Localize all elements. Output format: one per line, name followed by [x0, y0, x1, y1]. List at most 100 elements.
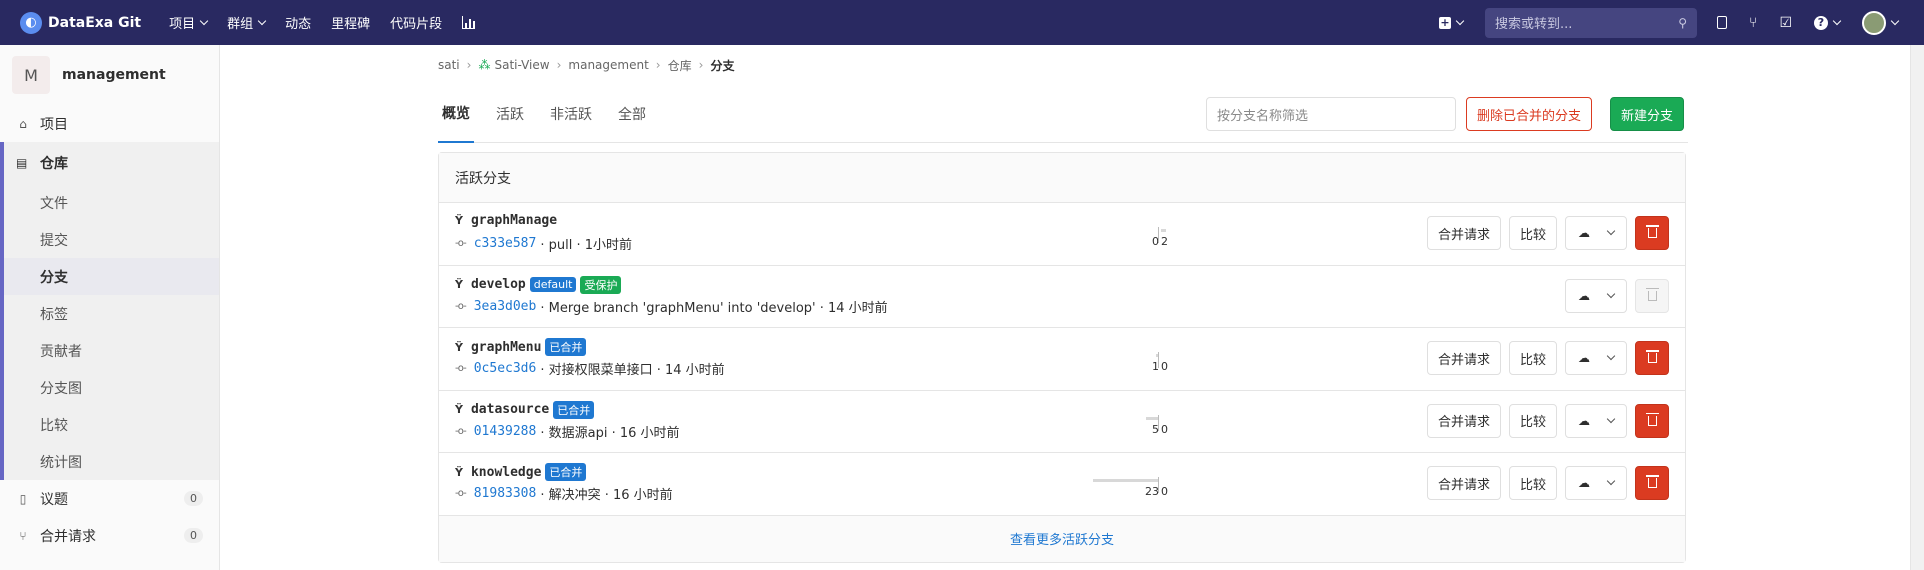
nav-snippets[interactable]: 代码片段: [390, 13, 442, 32]
sidebar-item-graph[interactable]: 分支图: [4, 369, 219, 406]
chevron-down-icon: [1606, 289, 1616, 298]
tab-active[interactable]: 活跃: [492, 85, 528, 143]
question-circle-icon: ?: [1814, 15, 1828, 30]
download-dropdown[interactable]: ☁: [1565, 216, 1627, 250]
compare-button[interactable]: 比较: [1508, 216, 1557, 250]
download-cloud-icon: ☁: [1578, 226, 1590, 240]
tab-all[interactable]: 全部: [614, 85, 650, 143]
issues-icon: [1717, 16, 1728, 29]
download-dropdown[interactable]: ☁: [1565, 341, 1627, 375]
sidebar-item-contributors[interactable]: 贡献者: [4, 332, 219, 369]
merge-request-icon: ⑂: [1749, 14, 1758, 31]
branch-row: Ÿ graphMenu 已合并 -o- 0c5ec3d6 · 对接权限菜单接口 …: [439, 328, 1685, 391]
sidebar-item-project[interactable]: ⌂ 项目: [0, 105, 219, 142]
nav-milestones[interactable]: 里程碑: [331, 13, 370, 32]
new-item-dropdown[interactable]: +: [1439, 15, 1465, 29]
tab-stale[interactable]: 非活跃: [546, 85, 596, 143]
sidebar-item-compare[interactable]: 比较: [4, 406, 219, 443]
breadcrumb-project[interactable]: Sati-View: [494, 58, 549, 72]
global-search-input[interactable]: 搜索或转到... ⚲: [1485, 7, 1698, 38]
commit-sha-link[interactable]: 3ea3d0eb: [474, 299, 537, 314]
sidebar-item-files[interactable]: 文件: [4, 184, 219, 221]
nav-projects[interactable]: 项目: [169, 13, 209, 32]
tab-overview[interactable]: 概览: [438, 85, 474, 143]
merge-request-button[interactable]: 合并请求: [1426, 403, 1501, 438]
delete-branch-button[interactable]: [1635, 216, 1669, 250]
download-dropdown[interactable]: ☁: [1565, 403, 1627, 438]
page-scrollbar[interactable]: [1910, 45, 1924, 570]
breadcrumb-group[interactable]: sati: [438, 58, 460, 72]
commits-ahead: 0: [1161, 477, 1168, 498]
project-avatar: M: [12, 56, 50, 94]
download-dropdown[interactable]: ☁: [1565, 466, 1627, 500]
issues-count-badge: 0: [184, 491, 203, 506]
nav-groups[interactable]: 群组: [227, 13, 267, 32]
compare-button[interactable]: 比较: [1508, 403, 1557, 438]
chevron-down-icon: [257, 16, 267, 25]
divergence-separator: [1158, 227, 1159, 243]
sidebar-item-branches[interactable]: 分支: [4, 258, 219, 295]
commit-icon: -o-: [455, 238, 467, 249]
commit-icon: -o-: [455, 300, 467, 312]
delete-branch-button[interactable]: [1635, 341, 1669, 375]
compare-button[interactable]: 比较: [1508, 466, 1557, 500]
sidebar-project-header[interactable]: M management: [0, 45, 219, 105]
merge-request-icon: ⑂: [19, 528, 27, 543]
trash-icon: [1645, 412, 1659, 426]
nav-activity[interactable]: 动态: [285, 13, 311, 32]
delete-branch-button[interactable]: [1635, 403, 1669, 438]
branch-badge: 已合并: [545, 463, 587, 481]
sidebar-item-commits[interactable]: 提交: [4, 221, 219, 258]
user-menu-dropdown[interactable]: [1862, 10, 1900, 35]
plus-square-icon: +: [1439, 15, 1452, 29]
branch-actions: 合并请求 比较 ☁: [1419, 216, 1669, 250]
commit-sha-link[interactable]: c333e587: [474, 236, 537, 251]
brand-logo-icon: ◐: [20, 11, 42, 34]
merge-requests-shortcut[interactable]: ⑂: [1749, 15, 1757, 31]
branch-name-link[interactable]: Ÿ knowledge 已合并: [455, 463, 587, 481]
nav-analytics[interactable]: [462, 13, 476, 32]
branch-name-link[interactable]: Ÿ develop default 受保护: [455, 275, 622, 294]
todos-shortcut[interactable]: ☑: [1779, 15, 1792, 31]
merge-request-button[interactable]: 合并请求: [1426, 341, 1501, 375]
branch-name-link[interactable]: Ÿ graphManage: [455, 213, 557, 228]
branch-name: graphMenu: [470, 339, 542, 355]
breadcrumb-repository[interactable]: 仓库: [668, 57, 692, 74]
commit-message: · pull · 1小时前: [540, 238, 632, 253]
delete-branch-button[interactable]: [1635, 466, 1669, 500]
commit-sha-link[interactable]: 81983308: [474, 486, 537, 501]
delete-merged-branches-button[interactable]: 删除已合并的分支: [1466, 97, 1593, 131]
issues-shortcut[interactable]: [1717, 16, 1728, 29]
help-dropdown[interactable]: ?: [1814, 15, 1842, 30]
branch-name-link[interactable]: Ÿ graphMenu 已合并: [455, 338, 587, 356]
sidebar-item-tags[interactable]: 标签: [4, 295, 219, 332]
chevron-down-icon: [1606, 476, 1616, 486]
divergence-graph: 5 0: [1079, 414, 1239, 443]
user-avatar: [1862, 10, 1886, 35]
merge-request-button[interactable]: 合并请求: [1426, 466, 1501, 500]
sidebar-item-repository[interactable]: ▤ 仓库: [4, 142, 219, 184]
sidebar-item-issues[interactable]: ▯ 议题 0: [0, 480, 219, 517]
ahead-count: 0: [1161, 360, 1168, 373]
download-dropdown[interactable]: ☁: [1565, 278, 1627, 313]
new-branch-button[interactable]: 新建分支: [1610, 97, 1685, 131]
sidebar-item-merge-requests[interactable]: ⑂ 合并请求 0: [0, 517, 219, 554]
commit-sha-link[interactable]: 01439288: [474, 424, 537, 439]
branch-filter-input[interactable]: 按分支名称筛选: [1206, 97, 1456, 131]
merge-request-button[interactable]: 合并请求: [1426, 216, 1501, 250]
commit-sha-link[interactable]: 0c5ec3d6: [474, 361, 537, 376]
sidebar-item-charts[interactable]: 统计图: [4, 443, 219, 480]
show-more-active-branches-link[interactable]: 查看更多活跃分支: [439, 515, 1685, 562]
project-name: management: [62, 67, 166, 83]
trash-icon: [1645, 287, 1659, 301]
branch-fork-icon: Ÿ: [455, 465, 463, 479]
compare-button[interactable]: 比较: [1508, 341, 1557, 375]
breadcrumb-current: 分支: [710, 58, 735, 73]
breadcrumb-subproject[interactable]: management: [568, 58, 648, 72]
merge-requests-count-badge: 0: [184, 528, 203, 543]
chart-icon: [462, 16, 476, 29]
chevron-down-icon: [1832, 16, 1842, 25]
breadcrumb-separator-icon: ›: [698, 58, 704, 72]
brand-logo-link[interactable]: ◐ DataExa Git: [20, 11, 141, 34]
branch-name-link[interactable]: Ÿ datasource 已合并: [455, 400, 595, 419]
